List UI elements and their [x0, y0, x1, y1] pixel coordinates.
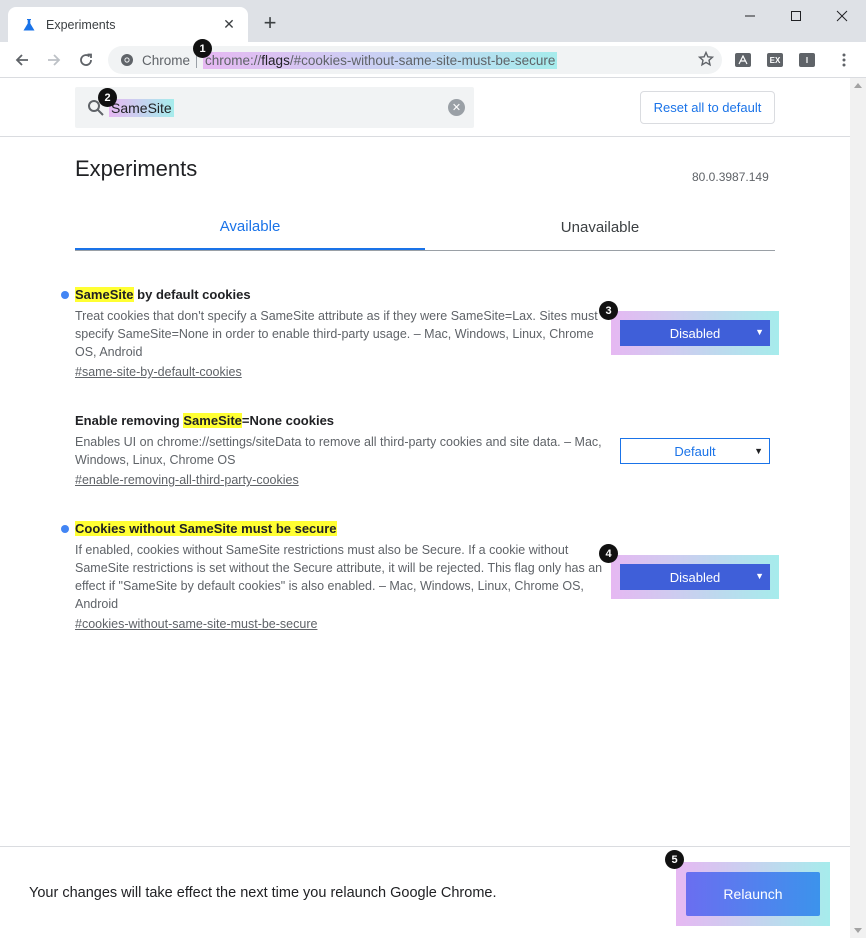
select-value: Default	[674, 443, 716, 459]
experiment-permalink[interactable]: #cookies-without-same-site-must-be-secur…	[75, 615, 317, 633]
experiment-select-1[interactable]: Disabled ▼	[620, 320, 770, 346]
reload-button[interactable]	[74, 48, 98, 72]
flags-header: SameSite ✕ Reset all to default	[0, 78, 866, 137]
acrobat-icon	[738, 55, 748, 65]
back-arrow-icon	[15, 54, 28, 66]
experiment-description: Treat cookies that don't specify a SameS…	[75, 309, 598, 359]
step-marker-1: 1	[193, 39, 212, 58]
back-button[interactable]	[10, 48, 34, 72]
modified-indicator	[61, 291, 69, 299]
url-scheme: chrome://	[205, 52, 262, 68]
dropdown-arrow-icon: ▼	[755, 327, 764, 337]
search-match-highlight: Cookies without SameSite must be secure	[75, 521, 337, 536]
browser-tab[interactable]: Experiments ✕	[8, 7, 248, 42]
tab-title: Experiments	[46, 17, 116, 32]
site-label: Chrome	[142, 52, 191, 68]
tab-strip: Experiments ✕ +	[0, 0, 866, 42]
search-value: SameSite	[109, 98, 174, 117]
step-marker-2: 2	[98, 88, 117, 107]
experiment-tabs: Available Unavailable	[75, 205, 775, 251]
experiment-permalink[interactable]: #same-site-by-default-cookies	[75, 363, 242, 381]
scroll-down-icon[interactable]	[854, 928, 862, 933]
pdf-extension-icon[interactable]	[735, 53, 751, 67]
maximize-button[interactable]	[773, 2, 819, 30]
version-label: 80.0.3987.149	[692, 170, 769, 184]
search-match-highlight: SameSite	[75, 287, 134, 302]
flask-icon	[23, 18, 35, 30]
browser-toolbar: Chrome chrome://flags/#cookies-without-s…	[0, 42, 866, 78]
select-value: Disabled	[669, 325, 721, 341]
more-vert-icon	[842, 53, 846, 67]
reload-icon	[80, 53, 92, 66]
experiment-enable-removing-samesite-none: Enable removing SameSite=None cookies En…	[75, 412, 615, 489]
close-icon	[836, 10, 848, 22]
search-match-highlight: SameSite	[183, 413, 242, 428]
window-close-button[interactable]	[819, 2, 865, 30]
page-title: Experiments	[75, 156, 198, 181]
experiment-select-2[interactable]: Default ▼	[620, 438, 770, 464]
step-marker-4: 4	[599, 544, 618, 563]
relaunch-message: Your changes will take effect the next t…	[29, 885, 497, 901]
experiment-title: SameSite by default cookies	[75, 286, 615, 304]
reset-all-button[interactable]: Reset all to default	[640, 91, 775, 124]
experiment-title-pre: Enable removing	[75, 413, 184, 428]
dropdown-arrow-icon: ▼	[755, 571, 764, 581]
select-value: Disabled	[669, 569, 721, 585]
tab-unavailable[interactable]: Unavailable	[425, 205, 775, 250]
ex-extension-icon[interactable]: EX	[767, 53, 783, 67]
modified-indicator	[61, 525, 69, 533]
minimize-icon	[745, 15, 755, 17]
experiment-title: Enable removing SameSite=None cookies	[75, 412, 615, 430]
experiment-title: Cookies without SameSite must be secure	[75, 520, 615, 538]
url-hash: /#cookies-without-same-site-must-be-secu…	[289, 52, 556, 68]
tab-available[interactable]: Available	[75, 205, 425, 250]
step-marker-3: 3	[599, 301, 618, 320]
relaunch-button[interactable]: Relaunch	[686, 872, 820, 916]
bookmark-star-icon[interactable]	[698, 51, 714, 67]
menu-button[interactable]	[832, 48, 856, 72]
experiment-title-rest: =None cookies	[241, 413, 335, 428]
forward-arrow-icon	[48, 54, 61, 66]
i-extension-icon[interactable]: I	[799, 53, 815, 67]
experiment-select-3[interactable]: Disabled ▼	[620, 564, 770, 590]
forward-button[interactable]	[42, 48, 66, 72]
experiment-cookies-without-samesite-secure: Cookies without SameSite must be secure …	[61, 520, 615, 633]
relaunch-bar: Your changes will take effect the next t…	[0, 846, 850, 938]
clear-search-icon[interactable]: ✕	[448, 99, 465, 116]
experiment-samesite-by-default: SameSite by default cookies Treat cookie…	[61, 286, 615, 381]
experiment-description: If enabled, cookies without SameSite res…	[75, 543, 603, 611]
chrome-icon	[121, 54, 133, 66]
vertical-scrollbar[interactable]	[850, 78, 866, 938]
dropdown-arrow-icon: ▼	[754, 446, 763, 456]
url-path: flags	[261, 52, 290, 68]
experiment-permalink[interactable]: #enable-removing-all-third-party-cookies	[75, 471, 299, 489]
experiment-title-rest: by default cookies	[133, 287, 251, 302]
scroll-up-icon[interactable]	[854, 83, 862, 88]
minimize-button[interactable]	[727, 2, 773, 30]
step-marker-5: 5	[665, 850, 684, 869]
maximize-icon	[791, 11, 801, 21]
close-tab-icon[interactable]: ✕	[220, 16, 238, 33]
new-tab-button[interactable]: +	[258, 11, 282, 35]
url-text[interactable]: chrome://flags/#cookies-without-same-sit…	[203, 51, 558, 69]
experiment-description: Enables UI on chrome://settings/siteData…	[75, 435, 602, 467]
search-input[interactable]: SameSite ✕	[75, 87, 474, 128]
